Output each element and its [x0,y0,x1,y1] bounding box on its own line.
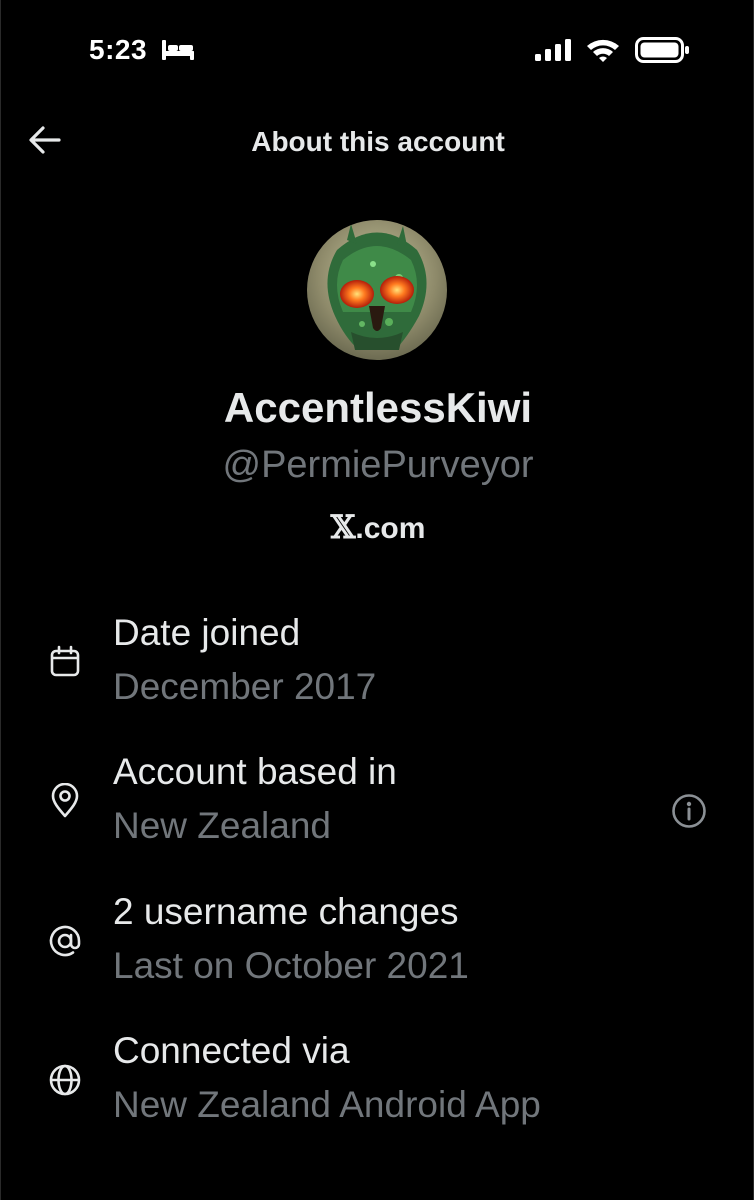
info-row-date-joined: Date joined December 2017 [1,612,754,732]
row-label: Account based in [113,751,397,792]
platform-label: 𝕏.com [1,508,754,546]
page-title: About this account [251,126,505,157]
row-value: New Zealand [113,805,332,846]
signal-icon [534,38,574,67]
info-row-username-changes: 2 username changes Last on October 2021 [1,891,754,1011]
row-value: Last on October 2021 [113,945,469,986]
platform-domain: .com [355,512,426,545]
row-label: Connected via [113,1030,350,1071]
info-row-connected-via: Connected via New Zealand Android App [1,1030,754,1150]
battery-icon [635,36,691,69]
row-value: December 2017 [113,666,377,707]
at-sign-icon [45,921,85,961]
status-bar: 5:23 [1,0,754,100]
row-label: Date joined [113,612,301,653]
calendar-icon [45,642,85,682]
x-logo: 𝕏 [330,508,356,546]
info-icon [672,794,706,828]
avatar-image [307,220,447,360]
bed-icon [161,38,195,67]
row-label: 2 username changes [113,891,459,932]
wifi-icon [585,36,621,69]
app-screen: 5:23 About this account AccentlessKiwi @… [0,0,754,1200]
globe-icon [45,1060,85,1100]
info-button[interactable] [669,791,709,831]
row-value: New Zealand Android App [113,1084,541,1125]
display-name: AccentlessKiwi [223,384,533,431]
avatar[interactable] [307,220,447,360]
status-time: 5:23 [89,34,148,65]
location-pin-icon [45,781,85,821]
info-row-account-based-in: Account based in New Zealand [1,751,754,871]
username-handle: @PermiePurveyor [222,444,534,486]
